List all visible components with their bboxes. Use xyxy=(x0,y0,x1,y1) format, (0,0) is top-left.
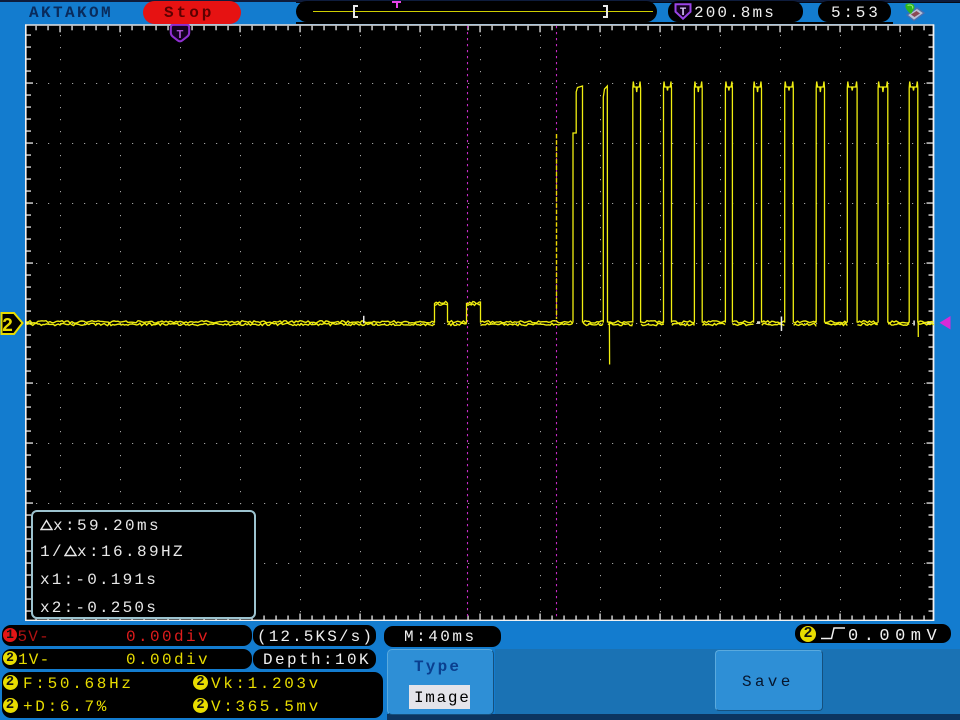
svg-text:T: T xyxy=(680,7,687,19)
svg-text:T: T xyxy=(176,28,183,42)
svg-text:2: 2 xyxy=(2,315,13,337)
